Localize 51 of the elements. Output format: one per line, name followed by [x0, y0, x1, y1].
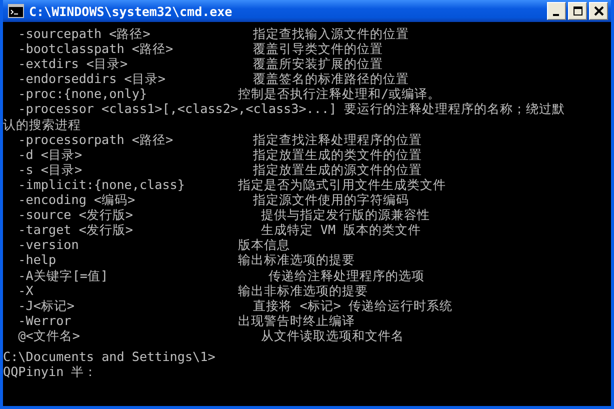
option-description: 提供与指定发行版的源兼容性 [260, 207, 430, 222]
option-text: -s <目录> [18, 162, 84, 177]
option-text: @<文件名> [18, 328, 81, 343]
option-description: 指定放置生成的类文件的位置 [252, 146, 422, 162]
option-description: 传递给注释处理程序的选项 [267, 268, 424, 283]
minimize-button[interactable] [547, 2, 566, 20]
option-description: 控制是否执行注释处理和/或编译。 [238, 86, 441, 102]
option-text: -Werror [18, 312, 72, 328]
option-description: 直接将 <标记> 传递给运行时系统 [252, 298, 453, 313]
option-description: 覆盖所安装扩展的位置 [252, 56, 384, 72]
option-description: 生成特定 VM 版本的类文件 [260, 222, 422, 238]
ime-status: QQPinyin 半： [3, 364, 98, 380]
command-prompt: C:\Documents and Settings\1> [3, 348, 216, 364]
option-description: 指定查找注释处理程序的位置 [252, 132, 422, 147]
option-description: 覆盖签名的标准路径的位置 [252, 71, 410, 86]
option-text: -target <发行版> [18, 222, 134, 238]
option-text: -help [18, 252, 58, 268]
option-description: 输出标准选项的提要 [238, 252, 356, 268]
option-description: 指定是否为隐式引用文件生成类文件 [238, 176, 446, 192]
option-description: 出现警告时终止编译 [238, 312, 356, 328]
option-description: 从文件读取选项和文件名 [260, 328, 404, 343]
option-description: 覆盖引导类文件的位置 [252, 41, 384, 56]
option-text: -implicit:{none,class} [18, 176, 186, 192]
close-icon [594, 6, 604, 16]
option-description: 版本信息 [238, 237, 290, 252]
option-text: -processorpath <路径> [18, 132, 174, 147]
option-description: 要运行的注释处理程序的名称；绕过默 [344, 101, 566, 117]
option-text: -version [18, 237, 80, 252]
console-icon [8, 4, 24, 18]
close-button[interactable] [589, 2, 608, 20]
window-title: C:\WINDOWS\system32\cmd.exe [29, 4, 234, 18]
option-text: -proc:{none,only} [18, 86, 148, 102]
option-text: -sourcepath <路径> [18, 26, 152, 42]
option-text: -endorseddirs <目录> [18, 71, 166, 86]
option-text: -J<标记> [18, 298, 76, 313]
option-description: 指定放置生成的源文件的位置 [252, 162, 422, 177]
option-text: -encoding <编码> [18, 192, 136, 208]
option-description: 输出非标准选项的提要 [238, 282, 368, 298]
maximize-icon [572, 6, 582, 16]
option-text: -source <发行版> [18, 207, 134, 222]
option-text: -d <目录> [18, 146, 82, 162]
maximize-button[interactable] [568, 2, 587, 20]
option-description: 指定查找输入源文件的位置 [252, 26, 410, 42]
option-text: -bootclasspath <路径> [18, 41, 174, 56]
option-text: -extdirs <目录> [18, 56, 129, 72]
minimize-icon [552, 14, 558, 16]
option-text: -X [18, 282, 34, 298]
option-description: 认的搜索进程 [3, 116, 81, 132]
option-text: -processor <class1>[,<class2>,<class3>...] [18, 101, 337, 117]
option-description: 指定源文件使用的字符编码 [252, 192, 410, 208]
option-text: -A关键字[=值] [18, 268, 110, 283]
